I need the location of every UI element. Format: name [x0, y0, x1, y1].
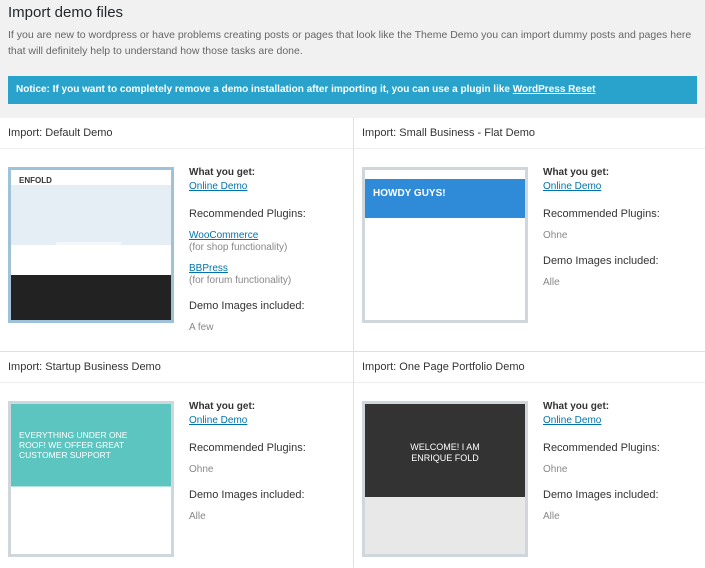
demo-images-value: Alle — [543, 511, 560, 522]
plugin-note: (for shop functionality) — [189, 242, 288, 253]
demo-thumbnail-small-business[interactable]: HOWDY GUYS! — [362, 167, 528, 323]
notice-text: Notice: If you want to completely remove… — [16, 84, 513, 95]
page-header: Import demo files If you are new to word… — [0, 0, 705, 59]
demo-title: Import: Startup Business Demo — [0, 352, 353, 383]
what-you-get-label: What you get: — [543, 167, 610, 178]
recommended-plugins-label: Recommended Plugins: — [189, 442, 306, 454]
online-demo-link[interactable]: Online Demo — [189, 415, 306, 426]
wordpress-reset-link[interactable]: WordPress Reset — [513, 84, 596, 95]
demo-info: What you get: Online Demo Recommended Pl… — [189, 401, 306, 557]
notice-banner: Notice: If you want to completely remove… — [8, 76, 697, 104]
recommended-plugins-label: Recommended Plugins: — [189, 208, 306, 220]
thumb-logo-text: ENFOLD — [19, 176, 52, 185]
thumb-hero-text: HOWDY GUYS! — [373, 188, 446, 199]
plugin-link-bbpress[interactable]: BBPress — [189, 263, 306, 274]
recommended-plugins-label: Recommended Plugins: — [543, 442, 660, 454]
demo-info: What you get: Online Demo Recommended Pl… — [543, 401, 660, 557]
demo-thumbnail-default[interactable]: ENFOLD Click to import — [8, 167, 174, 323]
demo-images-value: Alle — [543, 277, 560, 288]
what-you-get-label: What you get: — [543, 401, 610, 412]
recommended-plugins-value: Ohne — [189, 464, 214, 475]
demo-grid: Import: Default Demo ENFOLD Click to imp… — [0, 118, 705, 568]
demo-card-startup: Import: Startup Business Demo EVERYTHING… — [0, 352, 353, 568]
online-demo-link[interactable]: Online Demo — [543, 415, 660, 426]
thumb-hero-text: WELCOME! I AM ENRIQUE FOLD — [410, 442, 480, 463]
demo-images-value: Alle — [189, 511, 206, 522]
thumb-hero-text: EVERYTHING UNDER ONE ROOF! WE OFFER GREA… — [19, 430, 128, 460]
demo-card-default: Import: Default Demo ENFOLD Click to imp… — [0, 118, 353, 351]
demo-images-value: A few — [189, 322, 214, 333]
demo-images-label: Demo Images included: — [543, 255, 659, 267]
what-you-get-label: What you get: — [189, 401, 256, 412]
plugin-note: (for forum functionality) — [189, 275, 292, 286]
page-title: Import demo files — [8, 4, 124, 21]
demo-thumbnail-portfolio[interactable]: WELCOME! I AM ENRIQUE FOLD — [362, 401, 528, 557]
plugin-link-woocommerce[interactable]: WooCommerce — [189, 230, 306, 241]
online-demo-link[interactable]: Online Demo — [543, 181, 660, 192]
what-you-get-label: What you get: — [189, 167, 256, 178]
demo-images-label: Demo Images included: — [189, 300, 305, 312]
demo-images-label: Demo Images included: — [189, 489, 305, 501]
demo-images-label: Demo Images included: — [543, 489, 659, 501]
recommended-plugins-value: Ohne — [543, 230, 568, 241]
demo-title: Import: One Page Portfolio Demo — [354, 352, 705, 383]
demo-card-small-business: Import: Small Business - Flat Demo HOWDY… — [354, 118, 705, 351]
demo-info: What you get: Online Demo Recommended Pl… — [189, 167, 306, 333]
demo-card-portfolio: Import: One Page Portfolio Demo WELCOME!… — [354, 352, 705, 568]
demo-info: What you get: Online Demo Recommended Pl… — [543, 167, 660, 323]
recommended-plugins-label: Recommended Plugins: — [543, 208, 660, 220]
recommended-plugins-value: Ohne — [543, 464, 568, 475]
click-to-import-overlay[interactable]: Click to import — [56, 242, 121, 258]
online-demo-link[interactable]: Online Demo — [189, 181, 306, 192]
demo-title: Import: Default Demo — [0, 118, 353, 149]
demo-thumbnail-startup[interactable]: EVERYTHING UNDER ONE ROOF! WE OFFER GREA… — [8, 401, 174, 557]
page-description: If you are new to wordpress or have prob… — [8, 29, 692, 57]
demo-title: Import: Small Business - Flat Demo — [354, 118, 705, 149]
